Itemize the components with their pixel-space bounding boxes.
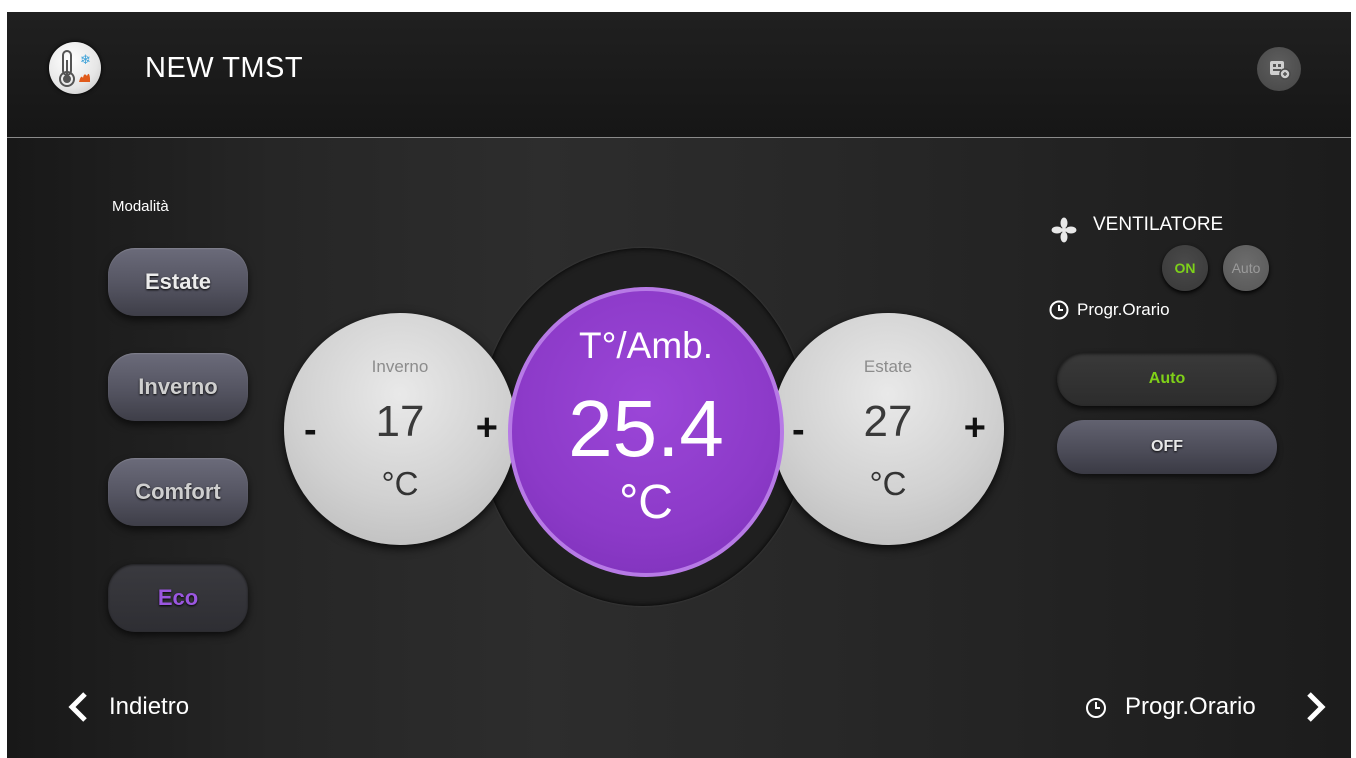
summer-setpoint-dial: Estate - 27 + °C xyxy=(772,313,1004,545)
winter-increase-button[interactable]: + xyxy=(476,407,498,450)
winter-setpoint-label: Inverno xyxy=(371,357,429,376)
back-link[interactable]: Indietro xyxy=(109,693,189,721)
svg-text:❄: ❄ xyxy=(80,53,91,68)
summer-setpoint-label: Estate xyxy=(863,357,913,376)
device-settings-icon[interactable] xyxy=(1257,47,1301,91)
schedule-off-button[interactable]: OFF xyxy=(1057,420,1277,474)
mode-inverno-button[interactable]: Inverno xyxy=(108,353,248,421)
ambient-temperature-unit: °C xyxy=(619,476,673,529)
summer-increase-button[interactable]: + xyxy=(964,407,986,450)
mode-comfort-button[interactable]: Comfort xyxy=(108,458,248,526)
chevron-right-icon[interactable] xyxy=(1303,691,1329,728)
fan-icon xyxy=(1051,217,1077,248)
mode-estate-button[interactable]: Estate xyxy=(108,248,248,316)
fan-on-button[interactable]: ON xyxy=(1162,245,1208,291)
fan-auto-button[interactable]: Auto xyxy=(1223,245,1269,291)
clock-icon xyxy=(1048,299,1070,326)
ambient-temperature-value: 25.4 xyxy=(568,384,724,473)
ambient-temperature-display: T°/Amb. 25.4 °C xyxy=(508,287,784,577)
mode-eco-button[interactable]: Eco xyxy=(108,564,248,632)
winter-setpoint-dial: Inverno - 17 + °C xyxy=(284,313,516,545)
schedule-auto-button[interactable]: Auto xyxy=(1057,352,1277,406)
thermostat-icon: ❄ xyxy=(49,42,101,94)
header-bar: ❄ NEW TMST xyxy=(7,12,1351,138)
winter-setpoint-unit: °C xyxy=(381,465,419,502)
schedule-label: Progr.Orario xyxy=(1077,300,1170,319)
clock-icon xyxy=(1084,696,1108,725)
ambient-temperature-label: T°/Amb. xyxy=(578,325,714,366)
mode-label: Modalità xyxy=(112,198,169,215)
thermostat-screen: ❄ NEW TMST Modalità Estate Inverno Comfo… xyxy=(7,12,1351,758)
chevron-left-icon[interactable] xyxy=(65,691,91,728)
summer-setpoint-unit: °C xyxy=(869,465,907,502)
fan-label: VENTILATORE xyxy=(1093,214,1224,235)
schedule-link[interactable]: Progr.Orario xyxy=(1125,693,1256,721)
page-title: NEW TMST xyxy=(145,52,304,84)
